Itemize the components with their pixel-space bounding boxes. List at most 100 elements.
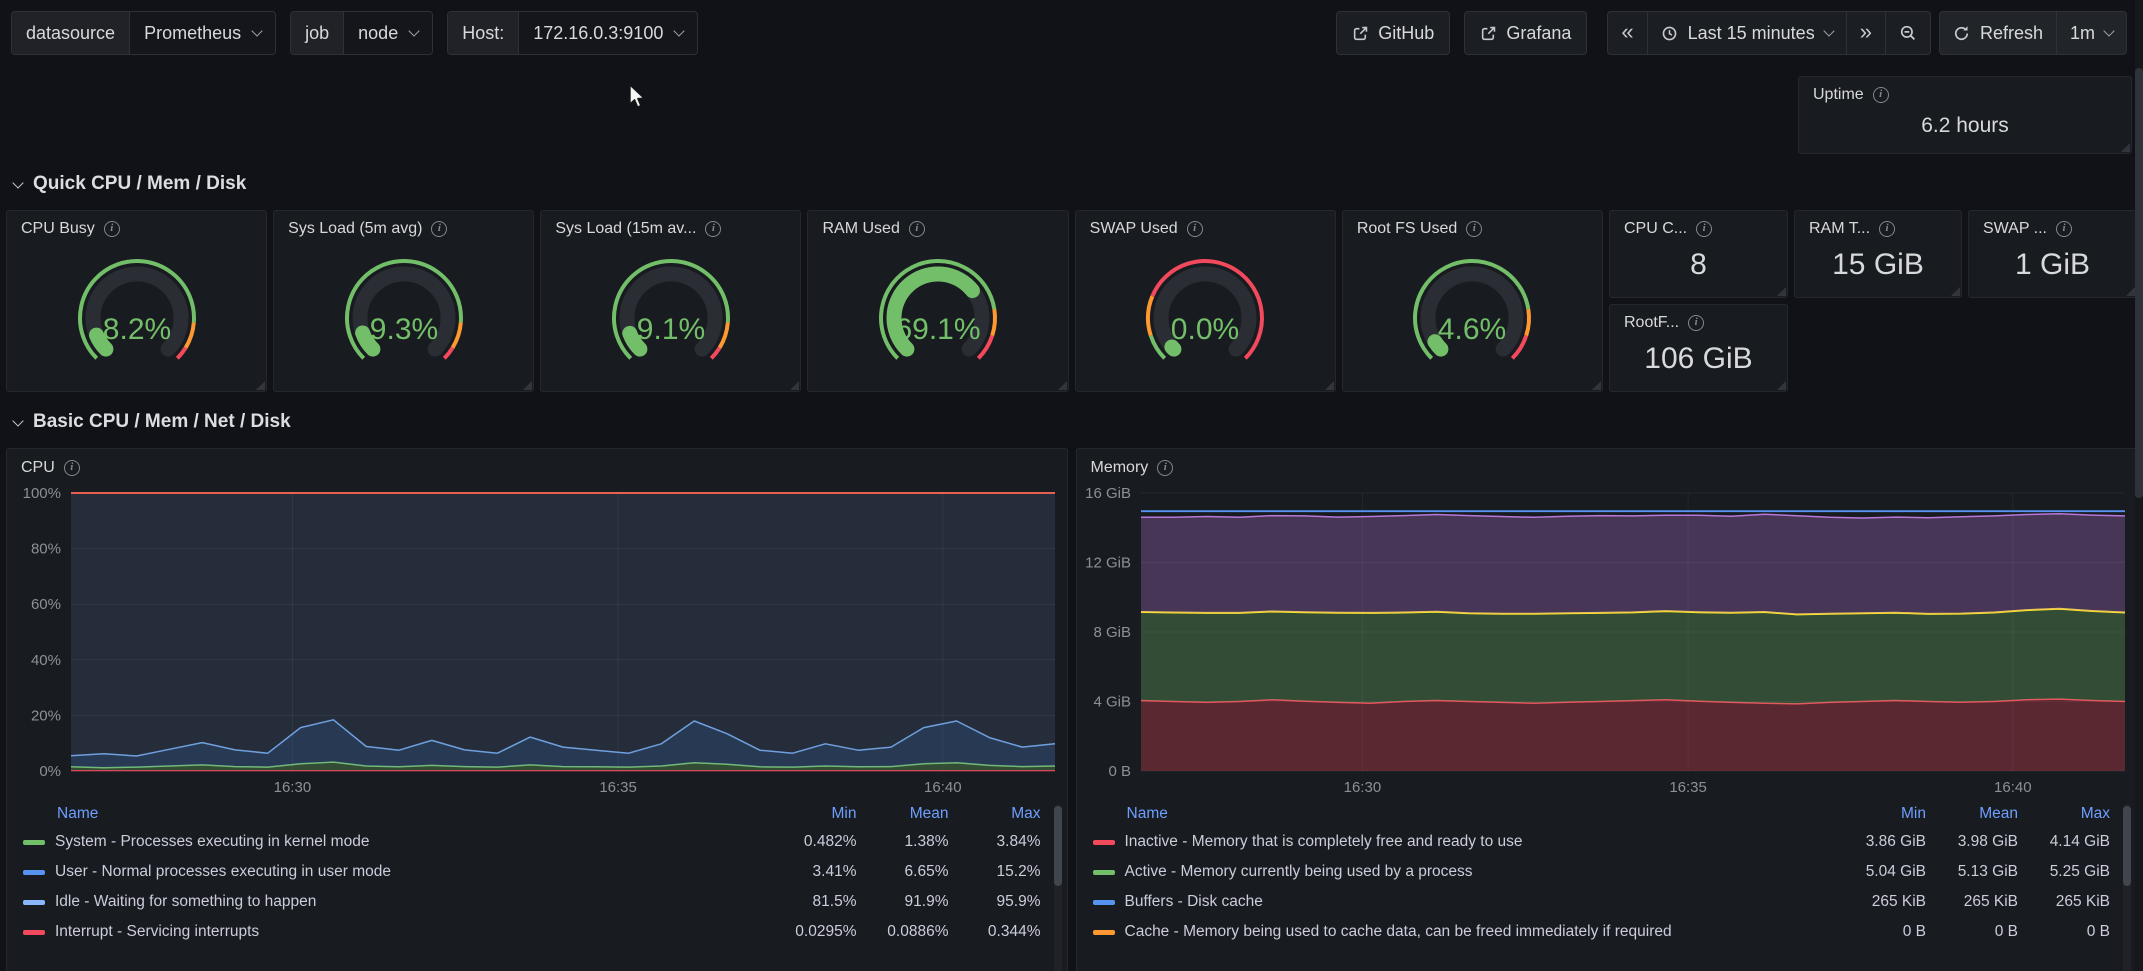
info-icon[interactable]: i xyxy=(64,460,80,476)
legend-value-mean: 1.38% xyxy=(857,833,949,851)
series-color-swatch xyxy=(1093,900,1115,905)
legend-series-name[interactable]: Idle - Waiting for something to happen xyxy=(7,893,765,911)
uptime-panel: Uptime i 6.2 hours xyxy=(1798,76,2132,154)
time-shift-right-button[interactable]: » xyxy=(1846,12,1885,54)
panel-resize-handle[interactable] xyxy=(1592,381,1601,390)
variable-host: Host: 172.16.0.3:9100 xyxy=(447,11,698,55)
legend-series-name[interactable]: Active - Memory currently being used by … xyxy=(1077,863,1835,881)
variable-datasource-picker[interactable]: Prometheus xyxy=(130,12,275,54)
legend-value-max: 265 KiB xyxy=(2018,893,2110,911)
x-axis-label: 16:40 xyxy=(924,779,962,796)
legend-column-mean[interactable]: Mean xyxy=(1926,805,2018,823)
panel-title-text[interactable]: SWAP ... xyxy=(1983,220,2047,238)
github-link-button[interactable]: GitHub xyxy=(1336,11,1450,55)
variable-host-picker[interactable]: 172.16.0.3:9100 xyxy=(519,12,697,54)
legend-column-mean[interactable]: Mean xyxy=(857,805,949,823)
gauge: 4.6% xyxy=(1397,252,1547,374)
info-icon[interactable]: i xyxy=(2056,221,2072,237)
panel-resize-handle[interactable] xyxy=(256,381,265,390)
info-icon[interactable]: i xyxy=(1157,460,1173,476)
legend-scrollbar[interactable] xyxy=(1054,804,1062,971)
legend-column-name[interactable]: Name xyxy=(1077,805,1835,823)
legend-series-name[interactable]: Inactive - Memory that is completely fre… xyxy=(1077,833,1835,851)
legend-series-name[interactable]: Buffers - Disk cache xyxy=(1077,893,1835,911)
chevron-down-icon xyxy=(409,25,420,36)
legend-scrollbar-thumb[interactable] xyxy=(2123,806,2131,886)
gauge: 0.0% xyxy=(1130,252,1280,374)
legend-column-max[interactable]: Max xyxy=(2018,805,2110,823)
time-range-picker[interactable]: Last 15 minutes xyxy=(1647,12,1846,54)
panel-title-text[interactable]: RootF... xyxy=(1624,314,1679,332)
legend-value-mean: 5.13 GiB xyxy=(1926,863,2018,881)
legend-row: Active - Memory currently being used by … xyxy=(1077,857,2137,887)
memory-chart[interactable]: 0 B4 GiB8 GiB12 GiB16 GiB16:3016:3516:40 xyxy=(1077,479,2137,801)
panel-title-text[interactable]: RAM T... xyxy=(1809,220,1870,238)
panel-resize-handle[interactable] xyxy=(1058,381,1067,390)
zoom-out-button[interactable] xyxy=(1885,12,1930,54)
legend-column-name[interactable]: Name xyxy=(7,805,765,823)
panel-resize-handle[interactable] xyxy=(523,381,532,390)
y-axis-label: 60% xyxy=(31,596,61,613)
legend-column-min[interactable]: Min xyxy=(765,805,857,823)
legend-scrollbar[interactable] xyxy=(2123,804,2131,971)
legend-value-min: 0.482% xyxy=(765,833,857,851)
legend-column-min[interactable]: Min xyxy=(1834,805,1926,823)
legend-value-max: 4.14 GiB xyxy=(2018,833,2110,851)
cpu-panel: CPU i 0%20%40%60%80%100%16:3016:3516:40 … xyxy=(6,448,1068,971)
panel-resize-handle[interactable] xyxy=(1777,381,1786,390)
legend-series-name[interactable]: Cache - Memory being used to cache data,… xyxy=(1077,923,1835,941)
y-axis-label: 8 GiB xyxy=(1093,624,1131,641)
page-scrollbar-thumb[interactable] xyxy=(2135,68,2143,498)
grafana-link-button[interactable]: Grafana xyxy=(1464,11,1587,55)
section-quick-cpu-mem-disk[interactable]: Quick CPU / Mem / Disk xyxy=(0,154,2143,210)
legend-series-name[interactable]: System - Processes executing in kernel m… xyxy=(7,833,765,851)
legend-value-mean: 6.65% xyxy=(857,863,949,881)
info-icon[interactable]: i xyxy=(1873,87,1889,103)
panel-resize-handle[interactable] xyxy=(790,381,799,390)
refresh-button[interactable]: Refresh xyxy=(1940,12,2056,54)
y-axis-label: 80% xyxy=(31,541,61,558)
panel-title-text[interactable]: CPU xyxy=(21,459,55,477)
stat-value: 8 xyxy=(1610,238,1787,297)
panel-resize-handle[interactable] xyxy=(1951,287,1960,296)
y-axis-label: 40% xyxy=(31,652,61,669)
legend-value-min: 3.41% xyxy=(765,863,857,881)
legend-value-min: 81.5% xyxy=(765,893,857,911)
cpu-chart[interactable]: 0%20%40%60%80%100%16:3016:3516:40 xyxy=(7,479,1067,801)
stat-value: 1 GiB xyxy=(1969,238,2136,297)
legend-column-max[interactable]: Max xyxy=(949,805,1041,823)
gauge-panel-ram-used: RAM Usedi69.1% xyxy=(807,210,1068,392)
legend-series-name[interactable]: User - Normal processes executing in use… xyxy=(7,863,765,881)
panel-title-text[interactable]: CPU C... xyxy=(1624,220,1687,238)
panel-resize-handle[interactable] xyxy=(1777,287,1786,296)
variable-datasource: datasource Prometheus xyxy=(11,11,276,55)
info-icon[interactable]: i xyxy=(1879,221,1895,237)
gauge-wrap: 4.6% xyxy=(1343,234,1602,391)
refresh-interval-picker[interactable]: 1m xyxy=(2056,12,2126,54)
panel-resize-handle[interactable] xyxy=(2126,287,2135,296)
legend-series-label: System - Processes executing in kernel m… xyxy=(55,833,369,851)
panel-title-text[interactable]: Memory xyxy=(1091,459,1149,477)
uptime-value: 6.2 hours xyxy=(1799,104,2131,153)
variable-job-picker[interactable]: node xyxy=(344,12,432,54)
panel-title: CPU C... i xyxy=(1610,211,1787,238)
x-axis-label: 16:30 xyxy=(1343,779,1381,796)
info-icon[interactable]: i xyxy=(1696,221,1712,237)
legend-value-min: 0.0295% xyxy=(765,923,857,941)
memory-chart-svg[interactable]: 0 B4 GiB8 GiB12 GiB16 GiB16:3016:3516:40 xyxy=(1077,479,2137,801)
panel-resize-handle[interactable] xyxy=(2121,143,2130,152)
info-icon[interactable]: i xyxy=(1688,315,1704,331)
series-color-swatch xyxy=(23,900,45,905)
panel-resize-handle[interactable] xyxy=(1325,381,1334,390)
legend-scrollbar-thumb[interactable] xyxy=(1054,806,1062,886)
page-scrollbar[interactable] xyxy=(2135,0,2143,971)
cpu-chart-svg[interactable]: 0%20%40%60%80%100%16:3016:3516:40 xyxy=(7,479,1067,801)
gauge-wrap: 8.2% xyxy=(7,234,266,391)
legend-series-label: Cache - Memory being used to cache data,… xyxy=(1125,923,1672,941)
legend-value-min: 3.86 GiB xyxy=(1834,833,1926,851)
time-shift-left-button[interactable]: « xyxy=(1608,12,1646,54)
section-basic-cpu-mem-net-disk[interactable]: Basic CPU / Mem / Net / Disk xyxy=(0,392,2143,448)
panel-title-text[interactable]: Uptime xyxy=(1813,86,1864,104)
stat-panel-rootfs-total: RootF...i106 GiB xyxy=(1609,304,1788,392)
legend-series-name[interactable]: Interrupt - Servicing interrupts xyxy=(7,923,765,941)
